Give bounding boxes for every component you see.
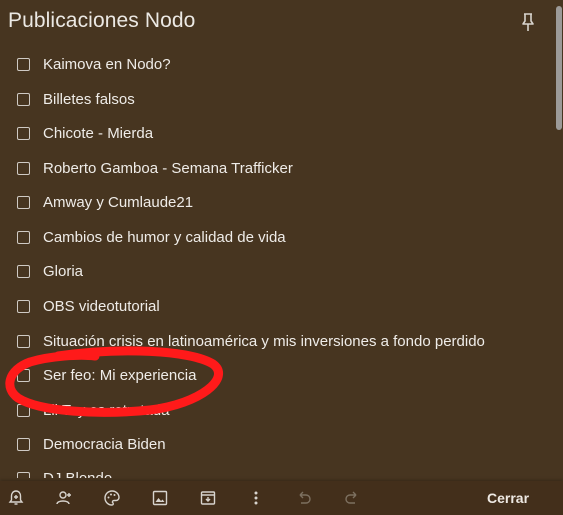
checkbox[interactable] <box>17 92 30 106</box>
list-item[interactable]: Amway y Cumlaude21 <box>0 185 550 219</box>
checklist: Kaimova en Nodo? Billetes falsos Chicote… <box>0 47 550 478</box>
item-label[interactable]: DJ Blondo <box>43 470 112 479</box>
item-label[interactable]: Chicote - Mierda <box>43 125 153 142</box>
list-item[interactable]: Situación crisis en latinoamérica y mis … <box>0 324 550 358</box>
checkbox[interactable] <box>17 471 30 478</box>
list-item[interactable]: DJ Blondo <box>0 461 550 478</box>
item-label[interactable]: Ser feo: Mi experiencia <box>43 367 196 384</box>
undo-icon[interactable] <box>295 489 313 507</box>
list-item[interactable]: Ser feo: Mi experiencia <box>0 358 550 392</box>
list-item[interactable]: Billetes falsos <box>0 82 550 116</box>
palette-icon[interactable] <box>103 489 121 507</box>
list-item[interactable]: Democracia Biden <box>0 427 550 461</box>
list-item[interactable]: Kaimova en Nodo? <box>0 47 550 81</box>
checkbox[interactable] <box>17 264 30 278</box>
note-title[interactable]: Publicaciones Nodo <box>8 9 195 33</box>
item-label[interactable]: Billetes falsos <box>43 91 135 108</box>
person-add-icon[interactable] <box>55 489 73 507</box>
redo-icon[interactable] <box>343 489 361 507</box>
list-item[interactable]: Roberto Gamboa - Semana Trafficker <box>0 151 550 185</box>
item-label[interactable]: Cambios de humor y calidad de vida <box>43 229 286 246</box>
item-label[interactable]: Roberto Gamboa - Semana Trafficker <box>43 160 293 177</box>
pin-icon[interactable] <box>518 12 538 32</box>
bell-plus-icon[interactable] <box>7 489 25 507</box>
checkbox[interactable] <box>17 57 30 71</box>
checkbox[interactable] <box>17 195 30 209</box>
list-item[interactable]: Lil Tay es retratada <box>0 393 550 427</box>
archive-icon[interactable] <box>199 489 217 507</box>
list-item[interactable]: Gloria <box>0 254 550 288</box>
item-label[interactable]: Gloria <box>43 263 83 280</box>
checkbox[interactable] <box>17 403 30 417</box>
item-label[interactable]: OBS videotutorial <box>43 298 160 315</box>
close-button[interactable]: Cerrar <box>476 484 540 512</box>
scrollbar-thumb[interactable] <box>556 6 562 130</box>
checkbox[interactable] <box>17 126 30 140</box>
image-icon[interactable] <box>151 489 169 507</box>
checkbox[interactable] <box>17 334 30 348</box>
checkbox[interactable] <box>17 161 30 175</box>
item-label[interactable]: Lil Tay es retratada <box>43 402 169 419</box>
more-vert-icon[interactable] <box>247 489 265 507</box>
checkbox[interactable] <box>17 437 30 451</box>
checkbox[interactable] <box>17 368 30 382</box>
list-item[interactable]: Cambios de humor y calidad de vida <box>0 220 550 254</box>
list-item[interactable]: Chicote - Mierda <box>0 116 550 150</box>
checkbox[interactable] <box>17 299 30 313</box>
checkbox[interactable] <box>17 230 30 244</box>
list-item[interactable]: OBS videotutorial <box>0 289 550 323</box>
item-label[interactable]: Amway y Cumlaude21 <box>43 194 193 211</box>
item-label[interactable]: Democracia Biden <box>43 436 166 453</box>
item-label[interactable]: Situación crisis en latinoamérica y mis … <box>43 333 485 350</box>
item-label[interactable]: Kaimova en Nodo? <box>43 56 171 73</box>
